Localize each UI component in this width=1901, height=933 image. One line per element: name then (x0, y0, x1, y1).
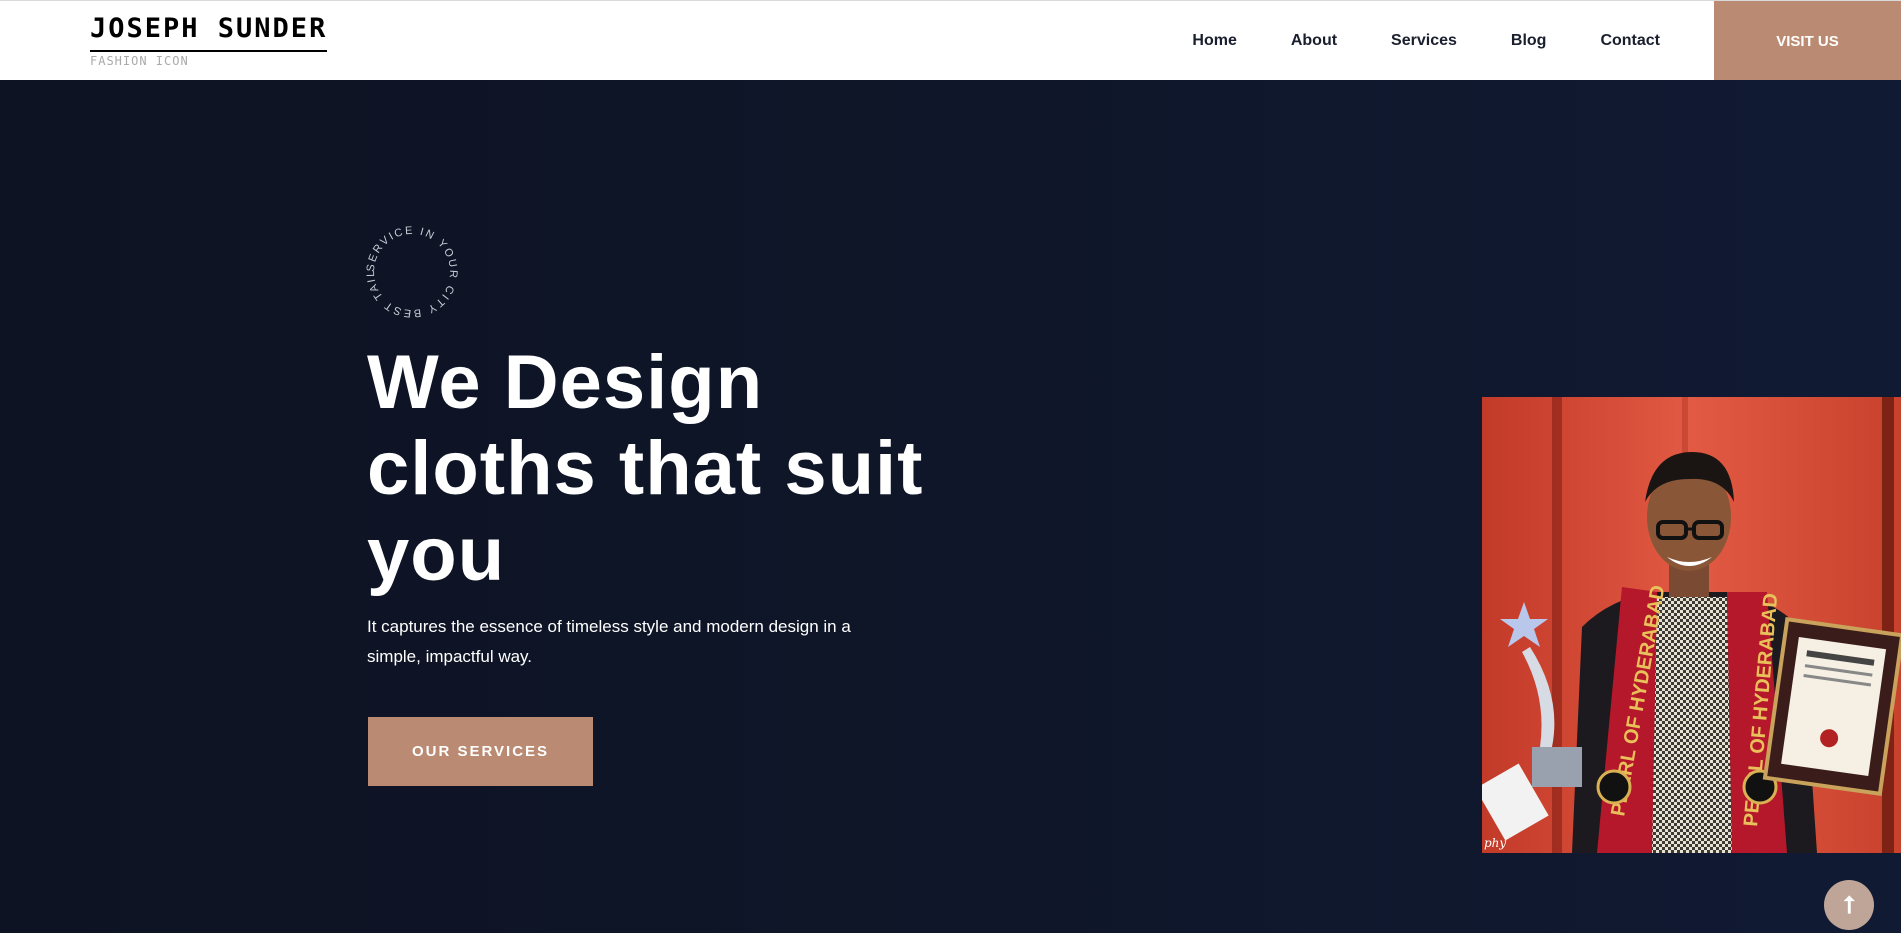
headline-line-3: you (367, 512, 506, 597)
award-photo: PEARL OF HYDERABAD PEARL OF HYDERABAD ph… (1482, 397, 1901, 853)
headline-line-1: We Design (367, 340, 764, 425)
photo-watermark: phy (1484, 836, 1506, 850)
logo[interactable]: JOSEPH SUNDER FASHION ICON (90, 15, 328, 68)
logo-tagline: FASHION ICON (90, 54, 189, 68)
circular-badge: SERVICE IN YOUR CITY BEST TAILOR (362, 222, 459, 319)
nav-home[interactable]: Home (1192, 30, 1236, 52)
award-photo-illustration: PEARL OF HYDERABAD PEARL OF HYDERABAD ph… (1482, 397, 1901, 853)
hero-subtext: It captures the essence of timeless styl… (367, 617, 851, 666)
site-header: JOSEPH SUNDER FASHION ICON Home About Se… (0, 0, 1901, 81)
hero-headline: We Design cloths that suit you (367, 340, 927, 598)
arrow-up-icon: ⭡ (1843, 891, 1855, 919)
scroll-to-top-button[interactable]: ⭡ (1824, 880, 1874, 930)
logo-name: JOSEPH SUNDER (90, 15, 328, 52)
nav-services[interactable]: Services (1391, 30, 1457, 52)
main-nav: Home About Services Blog Contact (1138, 30, 1660, 52)
circular-badge-text: SERVICE IN YOUR CITY BEST TAILOR (362, 222, 459, 319)
nav-about[interactable]: About (1291, 30, 1337, 52)
our-services-button[interactable]: OUR SERVICES (368, 717, 593, 786)
headline-line-2: cloths that suit (367, 426, 924, 511)
nav-blog[interactable]: Blog (1511, 30, 1547, 52)
nav-contact[interactable]: Contact (1600, 30, 1660, 52)
visit-us-button[interactable]: VISIT US (1714, 1, 1901, 81)
